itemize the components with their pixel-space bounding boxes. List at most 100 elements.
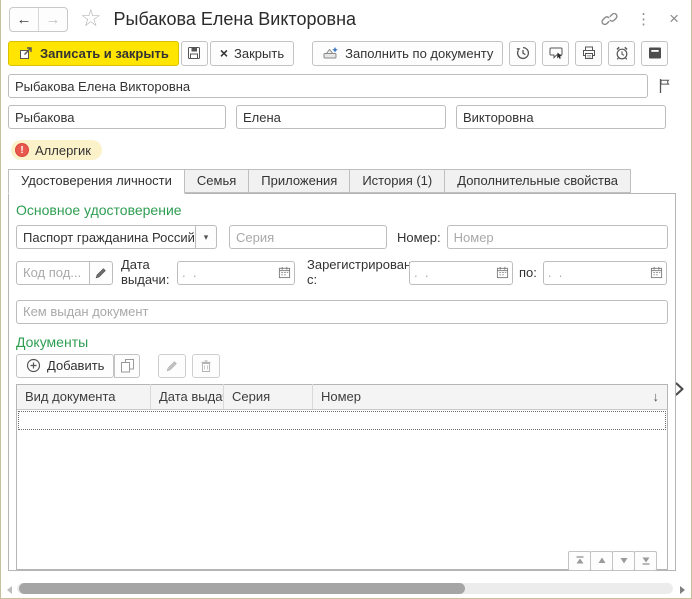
- chat-bubble-icon: [548, 45, 564, 61]
- save-and-close-button[interactable]: Записать и закрыть: [8, 41, 179, 66]
- scroll-right-arrow-icon[interactable]: [680, 586, 685, 594]
- storage-button[interactable]: [641, 41, 668, 66]
- form-content: ! Аллергик Удостоверения личности Семья …: [1, 74, 691, 571]
- registered-to-field[interactable]: [543, 261, 667, 285]
- issued-by-input[interactable]: [16, 300, 668, 324]
- registered-from-input[interactable]: [410, 265, 492, 280]
- scroll-left-arrow-icon[interactable]: [7, 586, 12, 594]
- discussion-button[interactable]: [542, 41, 569, 66]
- issue-date-input[interactable]: [178, 265, 274, 280]
- allergy-badge: ! Аллергик: [11, 140, 102, 160]
- middle-name-input[interactable]: [456, 105, 666, 129]
- dropdown-button[interactable]: ▾: [195, 225, 217, 249]
- tab-identity-documents[interactable]: Удостоверения личности: [8, 169, 185, 194]
- printer-icon: [581, 45, 597, 61]
- close-button[interactable]: × Закрыть: [210, 41, 294, 66]
- passport-row: Паспорт гражданина Российс ▾ Номер:: [16, 225, 668, 249]
- scrollbar-track[interactable]: [17, 583, 673, 594]
- issued-by-row: [16, 300, 668, 324]
- horizontal-scrollbar[interactable]: [1, 582, 691, 595]
- pencil-icon: [94, 266, 108, 280]
- edit-document-button[interactable]: [158, 354, 186, 378]
- column-header-doc-type[interactable]: Вид документа: [17, 384, 151, 409]
- registered-to-label: по:: [519, 265, 537, 280]
- calendar-icon[interactable]: [274, 262, 294, 284]
- favorite-star-icon[interactable]: ☆: [80, 7, 102, 31]
- main-id-section-heading: Основное удостоверение: [16, 202, 668, 218]
- registered-from-field[interactable]: [409, 261, 513, 285]
- tab-additional-properties[interactable]: Дополнительные свойства: [444, 169, 631, 193]
- first-name-input[interactable]: [236, 105, 446, 129]
- print-button[interactable]: [575, 41, 602, 66]
- copy-document-button[interactable]: [114, 354, 140, 378]
- go-to-first-button[interactable]: [568, 551, 591, 571]
- add-document-button[interactable]: Добавить: [16, 354, 114, 378]
- scrollbar-thumb[interactable]: [19, 583, 465, 594]
- documents-toolbar: Добавить: [16, 354, 668, 378]
- trash-icon: [199, 359, 213, 373]
- warning-icon: !: [15, 143, 29, 157]
- full-name-row: [8, 74, 684, 98]
- documents-table-header: Вид документа Дата выдачи Серия Номер ↓: [17, 385, 667, 410]
- chevron-down-icon: ▾: [204, 232, 209, 243]
- allergy-badge-label: Аллергик: [35, 143, 91, 158]
- close-window-icon[interactable]: ×: [669, 9, 679, 29]
- fill-by-document-button[interactable]: Заполнить по документу: [312, 41, 503, 66]
- close-x-icon: ×: [220, 45, 228, 61]
- documents-section-heading: Документы: [16, 334, 668, 350]
- flag-icon[interactable]: [654, 75, 674, 97]
- sort-descending-icon: ↓: [653, 384, 660, 409]
- column-header-issue-date[interactable]: Дата выдачи: [151, 384, 224, 409]
- forward-button[interactable]: →: [39, 8, 67, 31]
- number-label: Номер:: [397, 230, 441, 245]
- pencil-icon: [165, 359, 179, 373]
- calendar-icon[interactable]: [646, 262, 666, 284]
- archive-box-icon: [647, 45, 663, 61]
- go-to-last-button[interactable]: [634, 551, 657, 571]
- person-card-window: ← → ☆ Рыбакова Елена Викторовна ⋮ ×: [0, 0, 692, 599]
- badge-row: ! Аллергик: [8, 140, 684, 160]
- calendar-icon[interactable]: [492, 262, 512, 284]
- last-name-input[interactable]: [8, 105, 226, 129]
- edit-code-button[interactable]: [89, 261, 113, 285]
- name-parts-row: [8, 105, 684, 129]
- alarm-clock-icon: [614, 45, 630, 61]
- floppy-disk-icon: [186, 45, 202, 61]
- tab-family[interactable]: Семья: [184, 169, 249, 193]
- full-name-input[interactable]: [8, 74, 648, 98]
- column-header-series[interactable]: Серия: [224, 384, 313, 409]
- command-bar: Записать и закрыть × Закрыть: [1, 38, 691, 68]
- history-icon: [515, 45, 531, 61]
- change-history-button[interactable]: [509, 41, 536, 66]
- titlebar-actions: ⋮ ×: [601, 9, 679, 29]
- add-document-label: Добавить: [47, 358, 104, 373]
- more-menu-icon[interactable]: ⋮: [636, 10, 651, 28]
- go-down-button[interactable]: [612, 551, 635, 571]
- department-code-input[interactable]: [16, 261, 90, 285]
- history-nav-group: ← →: [9, 7, 68, 32]
- back-button[interactable]: ←: [10, 8, 39, 31]
- go-up-button[interactable]: [590, 551, 613, 571]
- save-close-icon: [18, 45, 34, 61]
- table-focus-row[interactable]: [18, 411, 666, 430]
- tab-attachments[interactable]: Приложения: [248, 169, 350, 193]
- identity-documents-panel: Основное удостоверение Паспорт гражданин…: [8, 193, 676, 571]
- number-input[interactable]: [447, 225, 668, 249]
- tab-history[interactable]: История (1): [349, 169, 445, 193]
- issue-date-label: Дата выдачи:: [121, 258, 173, 288]
- page-title: Рыбакова Елена Викторовна: [114, 9, 357, 30]
- save-button[interactable]: [181, 41, 208, 66]
- titlebar: ← → ☆ Рыбакова Елена Викторовна ⋮ ×: [1, 0, 691, 38]
- document-type-combobox[interactable]: Паспорт гражданина Российс ▾: [16, 225, 217, 249]
- column-header-number[interactable]: Номер ↓: [313, 384, 667, 409]
- series-input[interactable]: [229, 225, 387, 249]
- reminder-button[interactable]: [608, 41, 635, 66]
- tab-strip: Удостоверения личности Семья Приложения …: [8, 169, 684, 193]
- documents-table: Вид документа Дата выдачи Серия Номер ↓: [16, 384, 668, 570]
- table-nav-buttons: [569, 551, 657, 571]
- add-circle-icon: [26, 358, 41, 373]
- issue-date-field[interactable]: [177, 261, 295, 285]
- delete-document-button[interactable]: [192, 354, 220, 378]
- link-icon[interactable]: [601, 11, 618, 27]
- registered-to-input[interactable]: [544, 265, 646, 280]
